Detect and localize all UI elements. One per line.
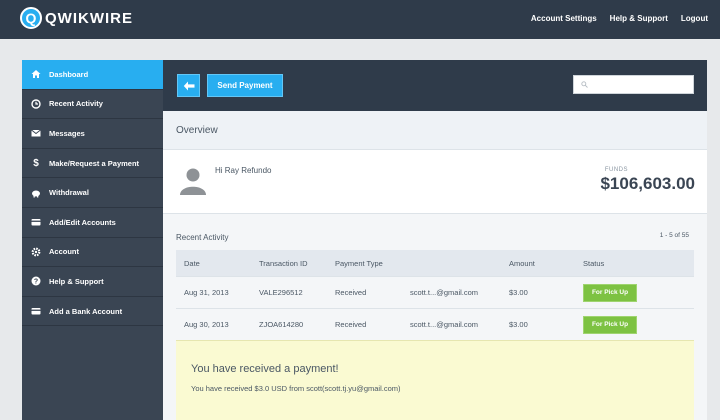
sidebar-item-messages[interactable]: Messages xyxy=(22,119,163,149)
search-input[interactable] xyxy=(592,81,687,88)
table-row[interactable]: Aug 31, 2013 VALE296512 Received scott.t… xyxy=(176,277,694,309)
cell-date: Aug 31, 2013 xyxy=(184,288,229,297)
column-header-transaction-id[interactable]: Transaction ID xyxy=(259,259,308,268)
top-nav: Account Settings Help & Support Logout xyxy=(531,14,708,23)
pagination-count: 1 - 5 of 55 xyxy=(659,232,689,239)
search-box[interactable] xyxy=(573,75,694,94)
sidebar-item-add-bank-account[interactable]: Add a Bank Account xyxy=(22,297,163,327)
logo[interactable]: Q QWIKWIRE xyxy=(20,7,133,29)
sidebar-item-label: Add a Bank Account xyxy=(49,306,123,316)
gear-icon xyxy=(31,247,41,257)
sidebar-item-label: Account xyxy=(49,247,79,257)
dollar-icon: $ xyxy=(33,157,39,169)
payment-notice: You have received a payment! You have re… xyxy=(176,340,694,420)
question-icon: ? xyxy=(31,276,41,286)
status-badge[interactable]: For Pick Up xyxy=(583,283,637,302)
back-button[interactable] xyxy=(177,74,200,97)
logo-badge: Q xyxy=(20,7,42,29)
toolbar: Send Payment xyxy=(163,60,707,111)
notice-message: You have received $3.0 USD from scott(sc… xyxy=(191,384,401,393)
sidebar-item-recent-activity[interactable]: Recent Activity xyxy=(22,90,163,120)
sidebar-item-label: Recent Activity xyxy=(49,99,103,109)
piggy-bank-icon xyxy=(31,188,41,198)
account-settings-link[interactable]: Account Settings xyxy=(531,14,597,23)
page-title: Overview xyxy=(176,125,218,136)
cell-transaction-id: VALE296512 xyxy=(259,288,303,297)
help-support-link[interactable]: Help & Support xyxy=(610,14,668,23)
top-bar: Q QWIKWIRE Account Settings Help & Suppo… xyxy=(0,0,720,39)
sidebar-item-help-support[interactable]: ? Help & Support xyxy=(22,267,163,297)
sidebar-item-add-edit-accounts[interactable]: Add/Edit Accounts xyxy=(22,208,163,238)
main-panel: Send Payment Overview Hi Ray Refundo FUN… xyxy=(163,60,707,420)
cell-payment-type: Received xyxy=(335,320,367,329)
sidebar-item-label: Messages xyxy=(49,128,85,138)
cell-amount: $3.00 xyxy=(509,320,528,329)
home-icon xyxy=(31,69,41,79)
card-icon xyxy=(31,217,41,227)
sidebar-item-label: Add/Edit Accounts xyxy=(49,217,116,227)
sidebar-item-dashboard[interactable]: Dashboard xyxy=(22,60,163,90)
sidebar-item-account[interactable]: Account xyxy=(22,238,163,268)
sidebar-item-label: Help & Support xyxy=(49,276,104,286)
column-header-payment-type[interactable]: Payment Type xyxy=(335,259,383,268)
sidebar-item-withdrawal[interactable]: Withdrawal xyxy=(22,178,163,208)
greeting-text: Hi Ray Refundo xyxy=(215,166,272,175)
table-header-row: Date Transaction ID Payment Type Amount … xyxy=(176,250,694,277)
clock-icon xyxy=(31,99,41,109)
bank-card-icon xyxy=(31,306,41,316)
sidebar-item-make-request-payment[interactable]: $ Make/Request a Payment xyxy=(22,149,163,179)
cell-transaction-id: ZJOA614280 xyxy=(259,320,304,329)
table-row[interactable]: Aug 30, 2013 ZJOA614280 Received scott.t… xyxy=(176,309,694,341)
cell-email: scott.t...@gmail.com xyxy=(410,320,479,329)
funds-label: FUNDS xyxy=(604,167,628,173)
column-header-amount[interactable]: Amount xyxy=(509,259,535,268)
logo-text: QWIKWIRE xyxy=(45,9,133,27)
column-header-status[interactable]: Status xyxy=(583,259,604,268)
funds-value: $106,603.00 xyxy=(600,174,695,193)
avatar xyxy=(180,168,206,195)
notice-title: You have received a payment! xyxy=(191,363,339,375)
sidebar-item-label: Make/Request a Payment xyxy=(49,158,140,168)
recent-activity-heading: Recent Activity xyxy=(176,233,229,242)
sidebar: Dashboard Recent Activity Messages $ Mak… xyxy=(22,60,163,420)
envelope-icon xyxy=(31,128,41,138)
logout-link[interactable]: Logout xyxy=(681,14,708,23)
column-header-date[interactable]: Date xyxy=(184,259,200,268)
cell-email: scott.t...@gmail.com xyxy=(410,288,479,297)
cell-amount: $3.00 xyxy=(509,288,528,297)
search-icon xyxy=(581,81,588,88)
arrow-left-icon xyxy=(183,81,194,90)
profile-summary: Hi Ray Refundo FUNDS $106,603.00 xyxy=(163,150,707,214)
send-payment-button[interactable]: Send Payment xyxy=(207,74,283,97)
svg-text:?: ? xyxy=(34,279,38,286)
activity-table: Date Transaction ID Payment Type Amount … xyxy=(176,250,694,341)
sidebar-item-label: Withdrawal xyxy=(49,188,89,198)
sidebar-item-label: Dashboard xyxy=(49,69,89,79)
status-badge[interactable]: For Pick Up xyxy=(583,315,637,334)
overview-bar: Overview xyxy=(163,111,707,150)
cell-payment-type: Received xyxy=(335,288,367,297)
cell-date: Aug 30, 2013 xyxy=(184,320,229,329)
